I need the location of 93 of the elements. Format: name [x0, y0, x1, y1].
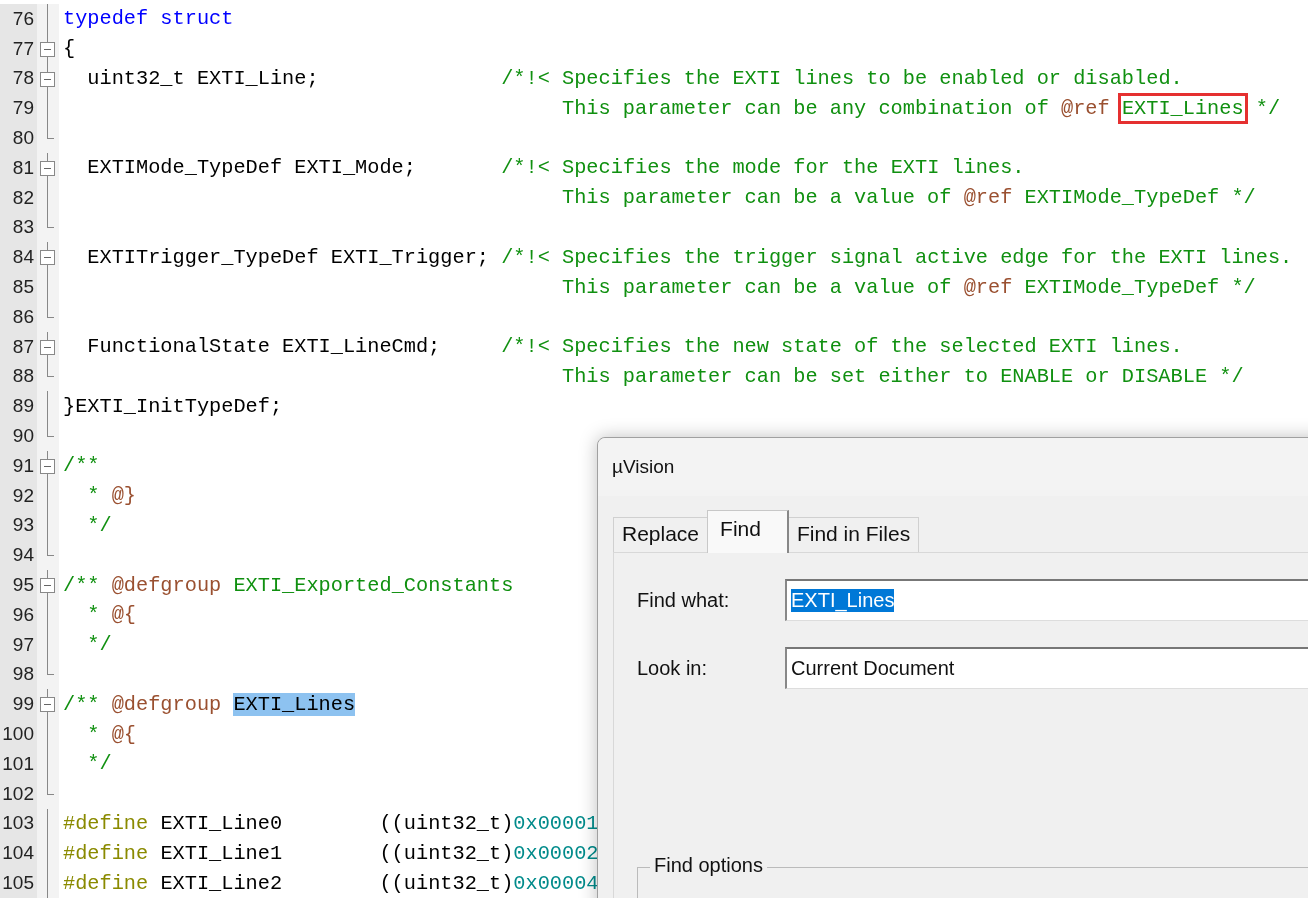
collapse-icon[interactable] — [40, 161, 55, 176]
doc-tag: @ref — [963, 275, 1013, 299]
line-number: 88 — [12, 365, 35, 388]
line-number: 104 — [2, 842, 35, 865]
collapse-icon[interactable] — [40, 339, 55, 355]
doc-tag: @defgroup — [111, 573, 222, 597]
line-number: 85 — [12, 276, 35, 299]
code-text: EXTI_Line0 ((uint32_t) — [160, 811, 514, 835]
code-comment: This parameter can be set either to ENABLE or DISABLE */ — [562, 364, 1244, 388]
preprocessor-directive: #define — [63, 811, 149, 835]
code-text: { — [63, 37, 76, 61]
doc-tag: @} — [111, 484, 137, 508]
group-label: Find options — [650, 854, 767, 877]
line-number: 93 — [12, 514, 35, 537]
code-text: EXTI_Line2 ((uint32_t) — [160, 871, 514, 895]
line-number: 84 — [12, 246, 35, 269]
collapse-icon[interactable] — [40, 41, 55, 57]
line-number: 79 — [12, 97, 35, 120]
collapse-icon[interactable] — [40, 458, 55, 474]
line-number: 89 — [12, 395, 35, 418]
line-number: 86 — [12, 305, 35, 328]
tab[interactable]: Replace — [613, 517, 709, 552]
code-text: FunctionalState EXTI_LineCmd; — [87, 335, 441, 359]
code-comment: /** — [63, 573, 100, 597]
line-number: 100 — [2, 723, 35, 745]
input-field[interactable]: Current Document — [785, 647, 1308, 689]
line-number: 97 — [12, 633, 35, 656]
field-label: Look in: — [637, 656, 709, 680]
line-number: 81 — [12, 156, 35, 179]
line-number: 78 — [12, 67, 35, 90]
line-number: 103 — [2, 812, 35, 835]
collapse-icon[interactable] — [40, 697, 55, 713]
code-comment: */ — [1255, 96, 1281, 120]
doc-tag: @ref — [963, 186, 1013, 210]
collapse-icon[interactable] — [40, 71, 55, 87]
doc-tag: @{ — [111, 722, 137, 746]
code-keyword: typedef struct — [63, 7, 234, 31]
code-text: EXTI_Line1 ((uint32_t) — [160, 841, 514, 865]
number-literal: 0x00004 — [513, 871, 599, 895]
highlighted-text: EXTI_Lines — [233, 692, 356, 716]
code-text: }EXTI_InitTypeDef; — [63, 394, 283, 418]
line-number: 83 — [12, 216, 35, 239]
code-comment: * — [87, 603, 100, 627]
code-comment: * — [87, 722, 100, 746]
line-number: 82 — [12, 186, 35, 209]
code-comment: */ — [87, 752, 112, 776]
collapse-icon[interactable] — [40, 578, 55, 594]
number-literal: 0x00002 — [513, 841, 599, 865]
number-literal: 0x00001 — [513, 811, 599, 835]
line-number: 98 — [12, 663, 35, 686]
line-number: 80 — [12, 127, 35, 150]
code-comment: */ — [87, 513, 112, 537]
tab[interactable]: Find in Files — [787, 517, 920, 552]
code-comment: This parameter can be a value of — [562, 275, 952, 299]
doc-tag: @{ — [111, 603, 137, 627]
code-comment: /*!< Specifies the trigger signal active edge for the EXTI lines. — [501, 245, 1293, 269]
code-text: EXTITrigger_TypeDef EXTI_Trigger; — [87, 245, 489, 269]
code-comment: This parameter can be a value of — [562, 186, 952, 210]
line-number: 90 — [12, 425, 35, 448]
code-comment: /** — [63, 454, 100, 478]
line-number: 76 — [12, 7, 35, 30]
line-number: 94 — [12, 544, 35, 567]
code-text: EXTIMode_TypeDef EXTI_Mode; — [87, 156, 416, 180]
code-comment: */ — [87, 633, 112, 657]
code-comment: EXTIMode_TypeDef */ — [1024, 186, 1256, 210]
line-number: 101 — [2, 752, 35, 775]
code-comment: EXTIMode_TypeDef */ — [1024, 275, 1256, 299]
code-comment: * — [87, 484, 100, 508]
preprocessor-directive: #define — [63, 841, 149, 865]
line-number: 87 — [12, 335, 35, 358]
line-number: 95 — [12, 574, 35, 597]
dialog-title: µVision — [612, 456, 675, 478]
code-comment: This parameter can be any combination of — [562, 96, 1049, 120]
doc-tag: @ref — [1061, 96, 1110, 120]
preprocessor-directive: #define — [63, 871, 149, 895]
tab[interactable]: Find — [707, 510, 789, 553]
doc-tag: @defgroup — [111, 692, 222, 716]
code-comment: /*!< Specifies the new state of the selected EXTI lines. — [501, 335, 1183, 359]
line-number: 102 — [2, 782, 35, 805]
line-number: 77 — [12, 37, 35, 60]
collapse-icon[interactable] — [40, 250, 55, 266]
code-comment: /** — [63, 692, 100, 716]
code-comment: /*!< Specifies the EXTI lines to be enabled or disabled. — [501, 67, 1183, 90]
line-number: 96 — [12, 603, 35, 626]
code-text: uint32_t EXTI_Line; — [87, 67, 319, 90]
line-number: 99 — [12, 693, 35, 716]
line-number: 91 — [12, 454, 35, 477]
code-comment: EXTI_Exported_Constants — [233, 573, 514, 597]
code-comment: /*!< Specifies the mode for the EXTI lines. — [501, 156, 1025, 180]
line-number: 92 — [12, 484, 35, 507]
field-label: Find what: — [637, 588, 731, 612]
input-field[interactable]: EXTI_Lines — [785, 579, 1308, 621]
line-number: 105 — [2, 872, 35, 894]
